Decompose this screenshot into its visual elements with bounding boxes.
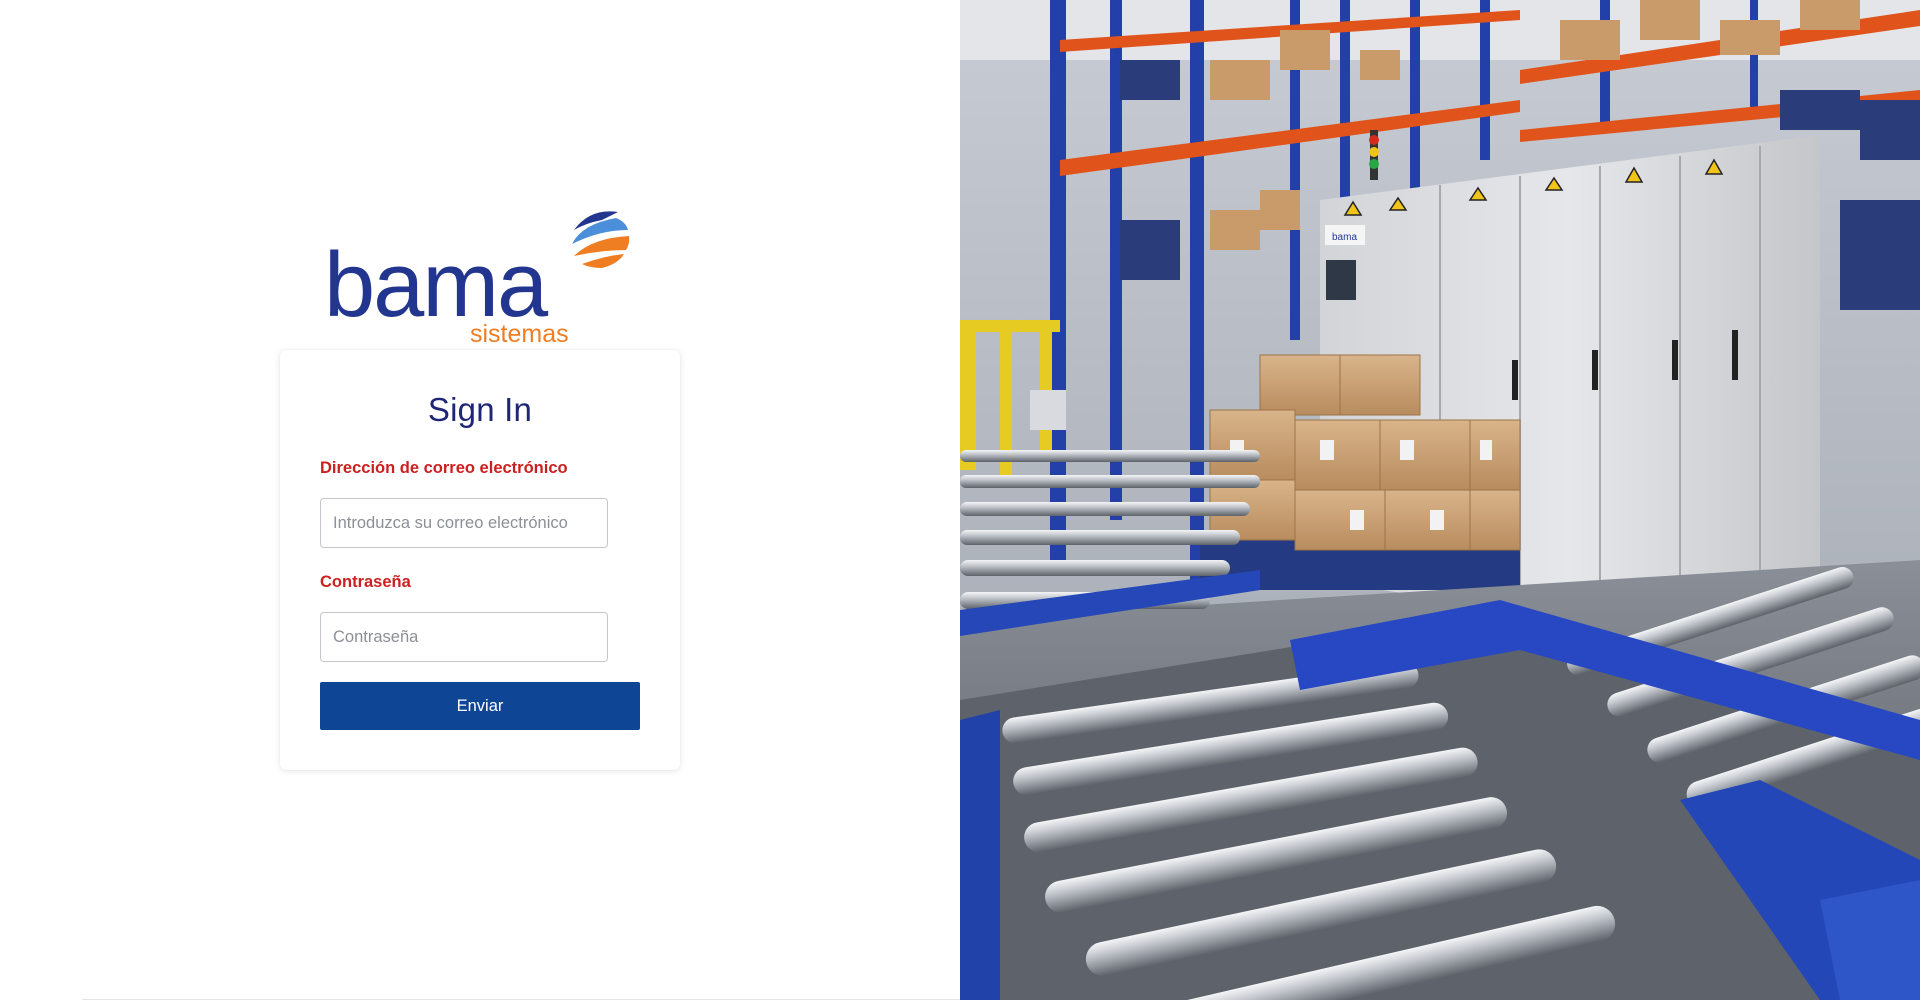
warehouse-conveyor-image: bama xyxy=(960,0,1920,1000)
password-label: Contraseña xyxy=(320,573,411,591)
password-field[interactable] xyxy=(320,612,608,662)
sign-in-title: Sign In xyxy=(427,391,533,428)
email-label: Dirección de correo electrónico xyxy=(320,459,568,477)
submit-button[interactable]: Enviar xyxy=(320,682,640,730)
globe-icon xyxy=(571,210,630,268)
cabinet-label: bama xyxy=(1332,232,1357,243)
email-field[interactable] xyxy=(320,498,608,548)
login-panel: bama sistemas Sign In Dirección de corre… xyxy=(0,0,1182,1000)
bama-sistemas-logo: bama sistemas xyxy=(324,210,630,346)
warehouse-photo: bama xyxy=(960,0,1920,1000)
svg-text:sistemas: sistemas xyxy=(470,320,569,346)
sign-in-card: Sign In Dirección de correo electrónico … xyxy=(280,350,680,770)
